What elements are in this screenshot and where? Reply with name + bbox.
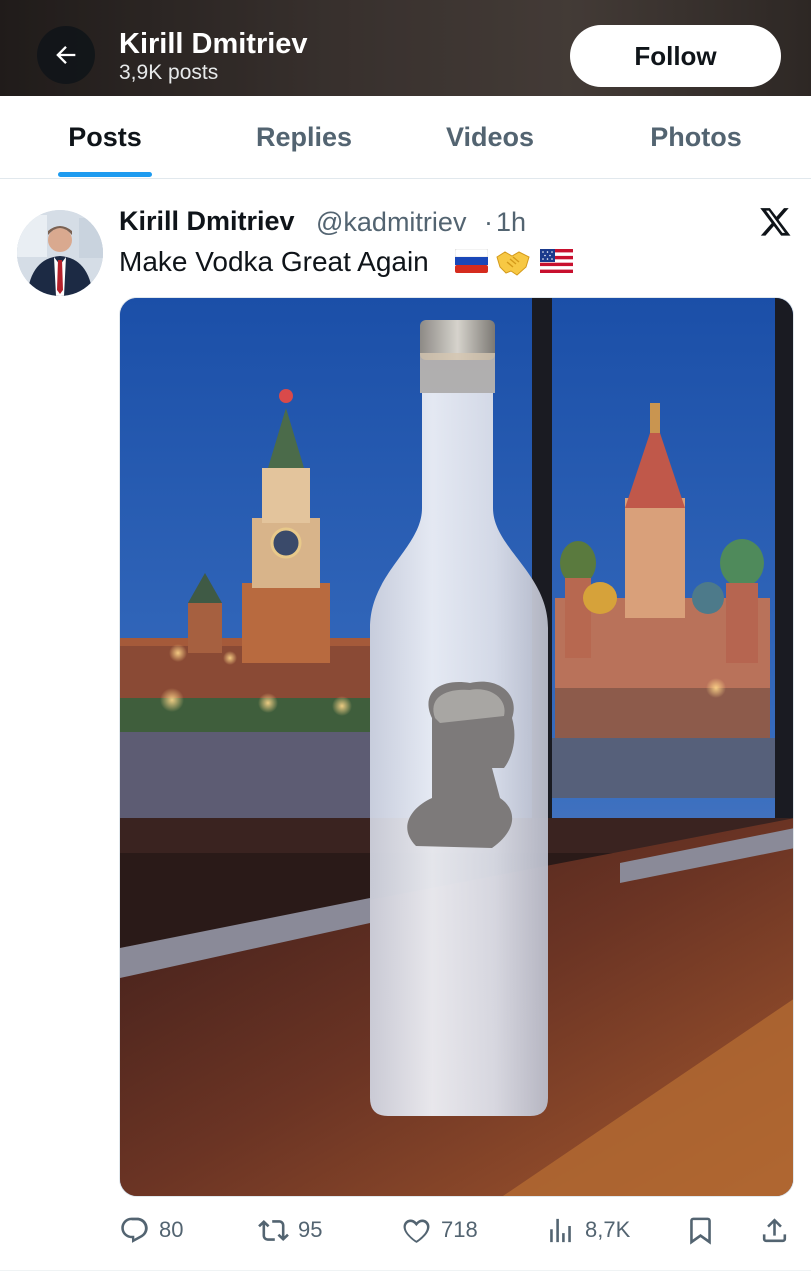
tweet-text: Make Vodka Great Again <box>119 246 429 277</box>
tab-replies[interactable]: Replies <box>219 96 389 179</box>
usa-flag-icon <box>540 249 573 273</box>
repost-count: 95 <box>298 1217 323 1242</box>
tweet-image[interactable] <box>119 297 794 1197</box>
tab-videos[interactable]: Videos <box>405 96 575 179</box>
profile-name: Kirill Dmitriev <box>119 28 308 60</box>
tab-photos[interactable]: Photos <box>611 96 781 179</box>
active-tab-indicator <box>58 172 152 177</box>
tweet-time[interactable]: 1h <box>496 207 526 238</box>
like-count: 718 <box>441 1217 478 1242</box>
avatar-photo <box>17 210 103 296</box>
reply-button[interactable]: 80 <box>119 1205 183 1255</box>
like-button[interactable]: 718 <box>401 1205 478 1255</box>
bookmark-button[interactable] <box>685 1205 716 1255</box>
comment-icon <box>121 1217 148 1243</box>
tweet-handle[interactable]: @kadmitriev <box>316 207 466 238</box>
repost-icon <box>258 1219 289 1241</box>
tab-posts[interactable]: Posts <box>20 96 190 179</box>
avatar[interactable] <box>17 210 103 296</box>
reply-count: 80 <box>159 1217 184 1242</box>
meta-separator: · <box>484 207 493 237</box>
bookmark-icon <box>690 1217 711 1245</box>
tweet-actions: 80 95 718 8,7K <box>0 1205 811 1255</box>
profile-header: Kirill Dmitriev 3,9K posts Follow <box>0 0 811 96</box>
heart-icon <box>403 1219 430 1243</box>
share-button[interactable] <box>759 1205 790 1255</box>
handshake-icon <box>496 251 530 276</box>
share-icon <box>762 1217 787 1242</box>
views-chart-icon <box>550 1218 571 1242</box>
arrow-left-icon <box>56 46 76 64</box>
views-count: 8,7K <box>585 1217 631 1242</box>
follow-button[interactable]: Follow <box>570 25 781 87</box>
vodka-bottle-photo <box>120 298 793 1196</box>
divider <box>0 1270 811 1271</box>
back-button[interactable] <box>37 26 95 84</box>
x-logo-icon <box>760 208 791 236</box>
profile-tabs: Posts Replies Videos Photos <box>0 96 811 179</box>
repost-button[interactable]: 95 <box>258 1205 322 1255</box>
views-button[interactable]: 8,7K <box>545 1205 630 1255</box>
russia-flag-icon <box>455 249 488 273</box>
posts-count: 3,9K posts <box>119 61 219 84</box>
tweet-author-name[interactable]: Kirill Dmitriev <box>119 206 295 237</box>
